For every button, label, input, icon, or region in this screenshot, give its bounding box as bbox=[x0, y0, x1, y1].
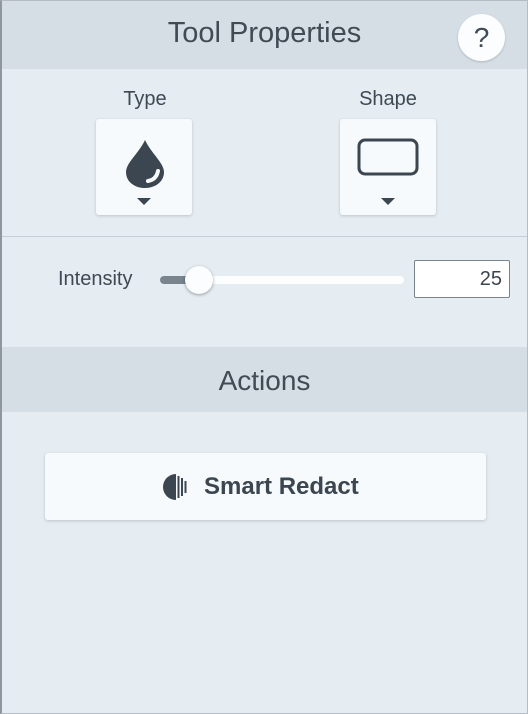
tool-properties-panel: Tool Properties ? Type Shape Intensity A… bbox=[0, 0, 528, 714]
intensity-label: Intensity bbox=[58, 268, 133, 290]
intensity-slider[interactable] bbox=[160, 266, 404, 294]
shape-dropdown-button[interactable] bbox=[340, 119, 436, 215]
type-dropdown-button[interactable] bbox=[96, 119, 192, 215]
section-divider bbox=[2, 236, 527, 237]
panel-header: Tool Properties ? bbox=[2, 1, 527, 69]
smart-redact-label: Smart Redact bbox=[204, 473, 359, 500]
half-circle-redact-icon bbox=[163, 474, 187, 500]
smart-redact-button[interactable]: Smart Redact bbox=[45, 453, 486, 520]
shape-label: Shape bbox=[359, 88, 417, 110]
chevron-down-icon bbox=[381, 198, 395, 205]
type-label: Type bbox=[123, 88, 167, 110]
intensity-slider-thumb[interactable] bbox=[185, 266, 213, 294]
intensity-input[interactable] bbox=[414, 260, 510, 298]
help-button[interactable]: ? bbox=[458, 14, 505, 61]
chevron-down-icon bbox=[137, 198, 151, 205]
actions-title: Actions bbox=[218, 365, 311, 396]
drop-icon bbox=[126, 140, 164, 188]
actions-header: Actions bbox=[2, 347, 527, 412]
rounded-rectangle-icon bbox=[357, 138, 419, 176]
panel-title: Tool Properties bbox=[167, 17, 362, 49]
